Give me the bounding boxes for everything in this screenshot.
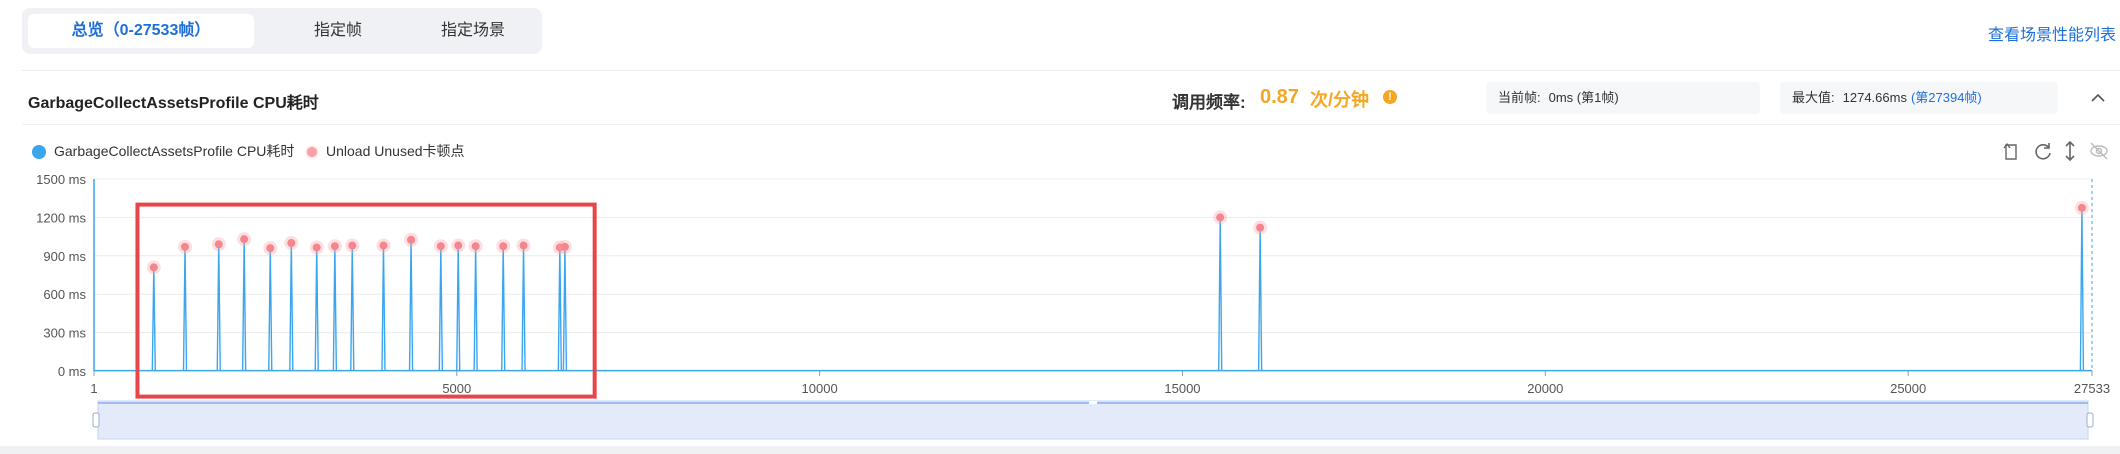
y-tick-label: 0 ms bbox=[58, 364, 87, 379]
x-tick-label: 20000 bbox=[1527, 381, 1563, 396]
stutter-point bbox=[1256, 223, 1265, 232]
stutter-point bbox=[436, 242, 445, 251]
stutter-point bbox=[560, 242, 569, 251]
cpu-spike bbox=[151, 267, 156, 372]
stutter-point bbox=[379, 241, 388, 250]
stutter-point bbox=[181, 242, 190, 251]
stutter-point bbox=[240, 235, 249, 244]
y-axis: 0 ms 300 ms 600 ms 900 ms 1200 ms 1500 ms bbox=[36, 172, 95, 379]
zoom-center-grip[interactable] bbox=[1089, 401, 1097, 404]
stutter-point bbox=[348, 241, 357, 250]
cpu-spike bbox=[381, 245, 386, 372]
stutter-point bbox=[2077, 203, 2086, 212]
y-tick-label: 900 ms bbox=[43, 249, 86, 264]
stutter-point bbox=[330, 242, 339, 251]
zoom-handle-right[interactable] bbox=[2086, 412, 2094, 428]
stutter-point bbox=[471, 242, 480, 251]
x-tick-label: 15000 bbox=[1164, 381, 1200, 396]
cpu-spike bbox=[268, 248, 273, 372]
series-stutter-points bbox=[146, 200, 2089, 275]
stutter-point bbox=[454, 241, 463, 250]
grid-lines bbox=[94, 178, 2093, 372]
stutter-point bbox=[519, 241, 528, 250]
y-tick-label: 1200 ms bbox=[36, 210, 86, 225]
cpu-spike bbox=[216, 244, 221, 372]
cpu-spike bbox=[473, 246, 478, 372]
x-tick-label: 27533 bbox=[2074, 381, 2110, 396]
cpu-spike bbox=[501, 246, 506, 372]
cpu-spike bbox=[350, 245, 355, 372]
data-zoom-slider[interactable] bbox=[0, 400, 2120, 454]
zoom-handle-left[interactable] bbox=[92, 412, 100, 428]
stutter-point bbox=[312, 243, 321, 252]
cpu-spike bbox=[182, 246, 188, 372]
cpu-spike bbox=[241, 239, 247, 372]
cpu-spike bbox=[408, 239, 414, 372]
cpu-spike bbox=[1257, 227, 1263, 372]
cpu-spike bbox=[562, 246, 568, 372]
x-tick-label: 5000 bbox=[442, 381, 471, 396]
y-tick-label: 1500 ms bbox=[36, 172, 86, 187]
cpu-time-chart: 0 ms300 ms600 ms900 ms1200 ms1500 ms 1 50… bbox=[0, 172, 2120, 454]
stutter-point bbox=[266, 244, 275, 253]
bottom-strip bbox=[0, 446, 2120, 454]
zoom-track[interactable] bbox=[97, 400, 2089, 440]
cpu-spike bbox=[289, 242, 294, 372]
y-tick-label: 300 ms bbox=[43, 326, 86, 341]
cpu-spike bbox=[314, 247, 319, 372]
stutter-point bbox=[1216, 213, 1225, 222]
stutter-point bbox=[287, 239, 296, 247]
cpu-spike bbox=[456, 245, 461, 372]
stutter-point bbox=[214, 240, 223, 249]
stutter-point bbox=[149, 263, 158, 272]
highlight-rectangle bbox=[135, 202, 597, 399]
cpu-spike bbox=[438, 246, 444, 372]
x-tick-label: 25000 bbox=[1890, 381, 1926, 396]
x-tick-label: 1 bbox=[90, 381, 97, 396]
highlight-box bbox=[135, 202, 597, 399]
stutter-point bbox=[407, 235, 416, 244]
y-tick-label: 600 ms bbox=[43, 287, 86, 302]
x-axis: 1 5000 10000 15000 20000 25000 27533 bbox=[90, 371, 2110, 396]
cpu-spike bbox=[521, 245, 526, 372]
cpu-spike bbox=[332, 246, 338, 372]
cpu-spike bbox=[2079, 207, 2085, 372]
x-tick-label: 10000 bbox=[802, 381, 838, 396]
stutter-point bbox=[499, 242, 508, 251]
series-cpu-time bbox=[94, 207, 2092, 372]
cpu-spike bbox=[557, 247, 563, 372]
